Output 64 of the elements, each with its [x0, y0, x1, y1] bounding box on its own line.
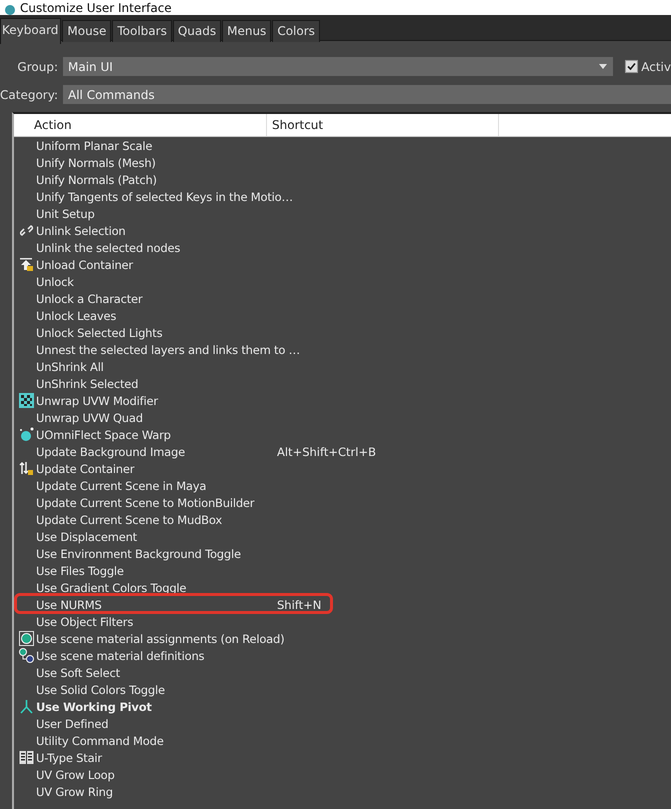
action-row[interactable]: UV Grow Ring [14, 783, 671, 800]
sphere-icon [19, 427, 34, 442]
material-sphere-icon [19, 631, 34, 646]
action-row[interactable]: Uniform Planar Scale [14, 137, 671, 154]
action-row[interactable]: Use Environment Background Toggle [14, 545, 671, 562]
chain-link-icon [19, 223, 34, 238]
stair-icon [19, 750, 34, 765]
field-label: Category: [0, 88, 58, 102]
tab[interactable]: Menus [222, 20, 272, 42]
action-row[interactable]: UOmniFlect Space Warp [14, 426, 671, 443]
tab[interactable]: Toolbars [112, 20, 172, 42]
tab[interactable]: Colors [272, 20, 320, 42]
checkbox-label: Activ [641, 60, 671, 74]
action-row[interactable]: Use Solid Colors Toggle [14, 681, 671, 698]
action-row[interactable]: Unlock a Character [14, 290, 671, 307]
category-dropdown[interactable]: All Commands [63, 85, 671, 104]
action-row[interactable]: Update Current Scene in Maya [14, 477, 671, 494]
action-row[interactable]: Utility Command Mode [14, 732, 671, 749]
action-row[interactable]: Update Current Scene to MotionBuilder [14, 494, 671, 511]
action-row[interactable]: Unwrap UVW Modifier [14, 392, 671, 409]
tab[interactable]: Mouse [62, 20, 112, 42]
action-row[interactable]: UV Grow Loop [14, 766, 671, 783]
action-row[interactable]: Unify Normals (Mesh) [14, 154, 671, 171]
action-row[interactable]: Update Current Scene to MudBox [14, 511, 671, 528]
checkbox[interactable] [625, 60, 638, 73]
action-row[interactable]: Use Displacement [14, 528, 671, 545]
action-row[interactable]: Use Object Filters [14, 613, 671, 630]
action-row[interactable]: Unlock Leaves [14, 307, 671, 324]
group-dropdown[interactable]: Main UI [63, 57, 614, 76]
action-row[interactable]: Unlock [14, 273, 671, 290]
action-row[interactable]: Unlink the selected nodes [14, 239, 671, 256]
column-header[interactable]: Action [14, 114, 267, 136]
action-row[interactable]: Unwrap UVW Quad [14, 409, 671, 426]
action-row[interactable]: Update Background Image Alt+Shift+Ctrl+B [14, 443, 671, 460]
action-row[interactable]: Use NURMS Shift+N [14, 596, 671, 613]
action-row[interactable]: Unlink Selection [14, 222, 671, 239]
tab[interactable]: Quads [172, 20, 222, 42]
field-label: Group: [16, 60, 58, 74]
action-row[interactable]: Unify Tangents of selected Keys in the Motio… [14, 188, 671, 205]
material-nodes-icon [19, 648, 34, 663]
action-row[interactable]: Use scene material assignments (on Reload) [14, 630, 671, 647]
action-row[interactable]: Unload Container [14, 256, 671, 273]
action-row[interactable]: UnShrink Selected [14, 375, 671, 392]
column-header[interactable]: Shortcut [267, 114, 499, 136]
caret-icon [599, 64, 608, 69]
action-row[interactable]: Unlock Selected Lights [14, 324, 671, 341]
action-row[interactable]: U-Type Stair [14, 749, 671, 766]
action-row[interactable]: Unify Normals (Patch) [14, 171, 671, 188]
action-row[interactable]: Use Working Pivot [14, 698, 671, 715]
action-row[interactable]: Unit Setup [14, 205, 671, 222]
pivot-axes-icon [19, 699, 34, 714]
tab[interactable]: Keyboard [0, 18, 62, 44]
window-title: Customize User Interface [20, 1, 172, 15]
action-row[interactable]: Unnest the selected layers and links them to … [14, 341, 671, 358]
arrows-container-icon [19, 461, 34, 476]
app-icon [4, 5, 16, 15]
action-row[interactable]: Update Container [14, 460, 671, 477]
action-row[interactable]: Use Files Toggle [14, 562, 671, 579]
container-arrow-icon [19, 257, 34, 272]
action-row[interactable]: Use scene material definitions [14, 647, 671, 664]
checkerboard-icon [19, 393, 34, 408]
action-row[interactable]: UnShrink All [14, 358, 671, 375]
action-row[interactable]: User Defined [14, 715, 671, 732]
action-row[interactable]: Use Soft Select [14, 664, 671, 681]
